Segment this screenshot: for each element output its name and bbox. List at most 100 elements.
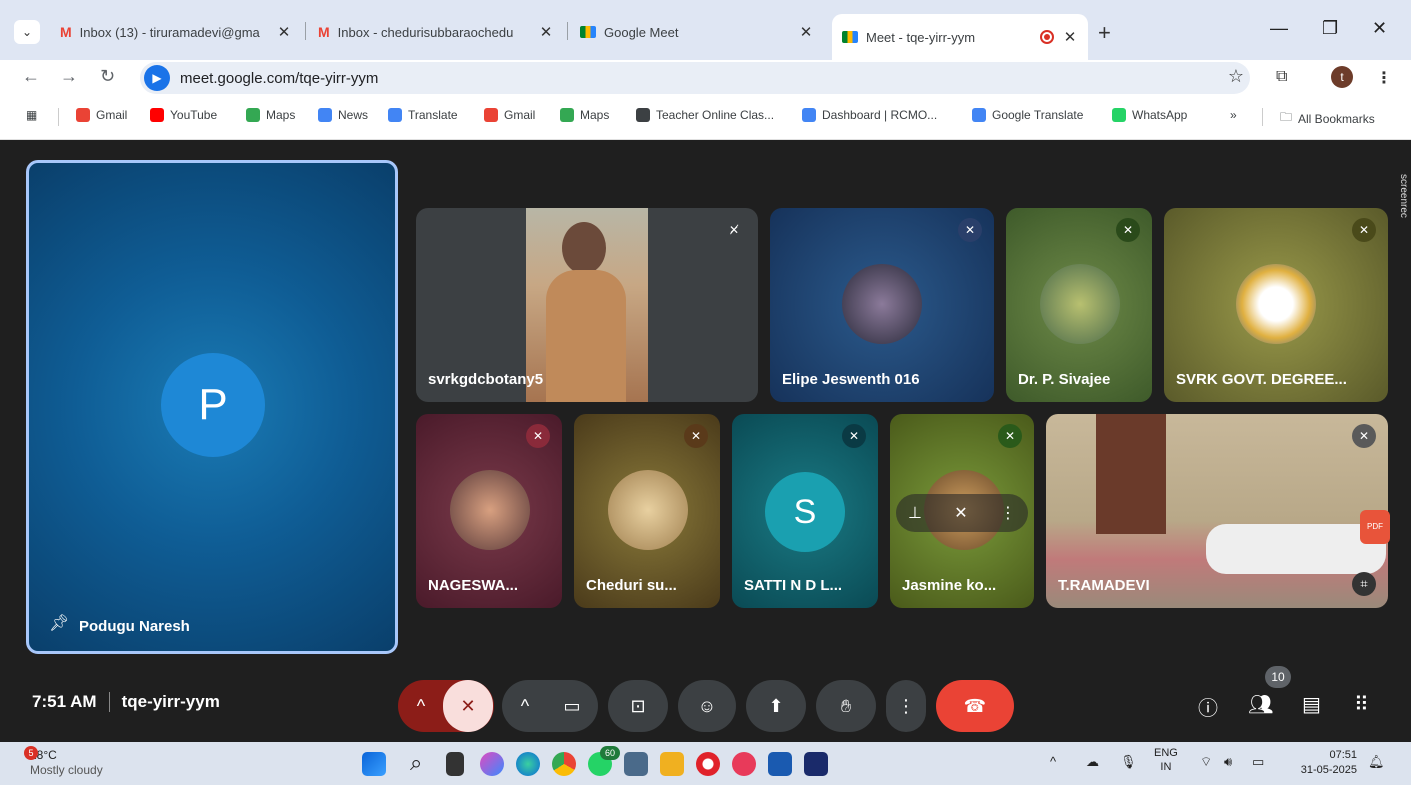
present-screen-button[interactable]: ⬆ <box>746 680 806 732</box>
tab-search-chevron-icon[interactable]: ⌄ <box>14 20 40 44</box>
forward-icon[interactable]: → <box>60 66 78 87</box>
more-bookmarks-button[interactable]: » <box>1230 108 1237 122</box>
mic-off-icon[interactable]: ✕ <box>954 503 967 523</box>
close-icon[interactable]: ✕ <box>1062 28 1078 46</box>
windows-taskbar: 5 28°C Mostly cloudy ⌕ 60 ^ ☁ 🎙︎ ENG IN … <box>0 742 1411 785</box>
bookmark-item[interactable]: Teacher Online Clas... <box>636 108 774 122</box>
tab-title: Inbox - chedurisubbaraochedu <box>337 24 514 40</box>
leave-call-button[interactable]: ☎ <box>936 680 1014 732</box>
new-tab-button[interactable]: + <box>1098 20 1111 46</box>
close-window-icon[interactable]: ✕ <box>1372 18 1387 39</box>
close-icon[interactable]: ✕ <box>276 23 292 41</box>
raise-hand-icon[interactable]: ✋︎ <box>816 680 876 732</box>
participant-tile[interactable]: S ✕ SATTI N D L... <box>732 414 878 608</box>
pdf-icon[interactable]: PDF <box>1360 510 1390 544</box>
participant-tile[interactable]: ✕ SVRK GOVT. DEGREE... <box>1164 208 1388 402</box>
mic-off-icon: ✕̸ <box>728 223 740 237</box>
minimize-icon[interactable]: — <box>1270 18 1288 39</box>
participant-avatar: P <box>161 353 265 457</box>
whatsapp-icon[interactable]: 60 <box>588 746 620 776</box>
pin-icon[interactable]: 📌︎ <box>49 613 69 633</box>
activities-grid-icon[interactable]: ⠿ <box>1354 692 1369 717</box>
participant-tile[interactable]: ✕ Cheduri su... <box>574 414 720 608</box>
weather-badge: 5 <box>24 746 38 760</box>
vivaldi-icon[interactable] <box>732 752 756 776</box>
tab-gmail-inbox-1[interactable]: M Inbox (13) - tiruramadevi@gma ✕ <box>50 14 302 50</box>
weather-widget[interactable]: 5 28°C Mostly cloudy <box>24 746 103 778</box>
bookmark-favicon-icon <box>802 108 816 122</box>
camera-button[interactable]: ▭ <box>547 696 597 717</box>
browser-menu-icon[interactable]: ⋮ <box>1376 68 1392 88</box>
all-bookmarks-button[interactable]: 🗀 All Bookmarks <box>1280 108 1375 129</box>
bookmark-label: Gmail <box>504 108 536 122</box>
store-icon[interactable] <box>768 752 792 776</box>
bookmark-star-icon[interactable]: ☆ <box>1228 66 1244 87</box>
frame-icon[interactable]: ⌗ <box>1352 572 1376 596</box>
wifi-icon[interactable]: ⌔ <box>1200 754 1212 770</box>
bookmark-item[interactable]: News <box>318 108 368 122</box>
windows-start-icon[interactable] <box>362 752 386 776</box>
video-options-chevron-icon[interactable]: ^ <box>503 696 547 717</box>
bookmark-item[interactable]: Dashboard | RCMO... <box>802 108 937 122</box>
chrome-icon[interactable] <box>552 752 576 776</box>
address-bar[interactable]: ▶ meet.google.com/tqe-yirr-yym ☆ <box>140 62 1250 94</box>
bookmark-item[interactable]: Google Translate <box>972 108 1083 122</box>
captions-button[interactable]: ⊡ <box>608 680 668 732</box>
tab-google-meet[interactable]: Google Meet ✕ <box>570 14 824 50</box>
participant-tile[interactable]: ✕̸ svrkgdcbotany5 <box>416 208 758 402</box>
network-icon[interactable]: ☁ <box>1086 754 1099 770</box>
bookmark-item[interactable]: Gmail <box>484 108 535 122</box>
people-icon[interactable]: 👥︎ <box>1248 692 1273 717</box>
close-icon[interactable]: ✕ <box>538 23 554 41</box>
apps-grid-icon[interactable]: ▦ <box>26 108 37 122</box>
participant-tile[interactable]: ✕ ⌗ T.RAMADEVI <box>1046 414 1388 608</box>
app-icon[interactable] <box>804 752 828 776</box>
restore-icon[interactable]: ❐ <box>1322 18 1338 39</box>
participant-tile[interactable]: ✕ Dr. P. Sivajee <box>1006 208 1152 402</box>
participant-avatar <box>608 470 688 550</box>
back-icon[interactable]: ← <box>22 66 40 87</box>
search-icon[interactable]: ⌕ <box>410 750 422 776</box>
more-options-icon[interactable]: ⋮ <box>1000 503 1016 523</box>
task-view-icon[interactable] <box>446 752 464 776</box>
close-icon[interactable]: ✕ <box>798 23 814 41</box>
show-hidden-icons-chevron[interactable]: ^ <box>1050 754 1056 769</box>
volume-icon[interactable]: 🔊︎ <box>1224 754 1232 770</box>
bookmark-item[interactable]: Maps <box>560 108 609 122</box>
bookmark-label: Gmail <box>96 108 128 122</box>
site-info-icon[interactable]: ▶ <box>144 65 170 91</box>
extensions-icon[interactable]: ⧉ <box>1276 68 1287 86</box>
calculator-icon[interactable] <box>624 752 648 776</box>
reload-icon[interactable]: ↻ <box>100 66 115 87</box>
profile-avatar[interactable]: t <box>1331 66 1353 88</box>
more-options-icon[interactable]: ⋮ <box>886 680 926 732</box>
bookmark-item[interactable]: YouTube <box>150 108 217 122</box>
reactions-emoji-icon[interactable]: ☺ <box>678 680 736 732</box>
notifications-icon[interactable]: 🔔︎ <box>1368 754 1385 770</box>
copilot-icon[interactable] <box>480 752 504 776</box>
pinned-participant-tile[interactable]: P 📌︎ Podugu Naresh <box>26 160 398 654</box>
bookmark-item[interactable]: Maps <box>246 108 295 122</box>
meeting-info-icon[interactable]: ⓘ <box>1198 692 1218 721</box>
participant-tile[interactable]: ✕ NAGESWA... <box>416 414 562 608</box>
file-explorer-icon[interactable] <box>660 752 684 776</box>
tab-meet-active[interactable]: Meet - tqe-yirr-yym ✕ <box>832 14 1088 60</box>
meet-icon <box>580 26 596 38</box>
bookmark-label: Google Translate <box>992 108 1084 122</box>
language-indicator[interactable]: ENG IN <box>1154 746 1178 774</box>
pin-icon[interactable]: ⊥ <box>908 503 922 523</box>
chat-icon[interactable]: ▤ <box>1302 692 1321 717</box>
bookmark-item[interactable]: WhatsApp <box>1112 108 1187 122</box>
audio-options-chevron-icon[interactable]: ^ <box>399 696 443 717</box>
opera-icon[interactable] <box>696 752 720 776</box>
edge-icon[interactable] <box>516 752 540 776</box>
participant-tile[interactable]: ✕ Elipe Jeswenth 016 <box>770 208 994 402</box>
bookmark-item[interactable]: Translate <box>388 108 458 122</box>
mic-off-button[interactable]: ✕ <box>443 680 493 732</box>
system-clock[interactable]: 07:51 31-05-2025 <box>1301 748 1357 778</box>
microphone-icon[interactable]: 🎙︎ <box>1120 754 1137 770</box>
participant-tile[interactable]: ⊥ ✕ ⋮ ✕ Jasmine ko... <box>890 414 1034 608</box>
tab-gmail-inbox-2[interactable]: M Inbox - chedurisubbaraochedu ✕ <box>308 14 564 50</box>
battery-icon[interactable]: ▭ <box>1252 754 1264 770</box>
bookmark-item[interactable]: Gmail <box>76 108 127 122</box>
